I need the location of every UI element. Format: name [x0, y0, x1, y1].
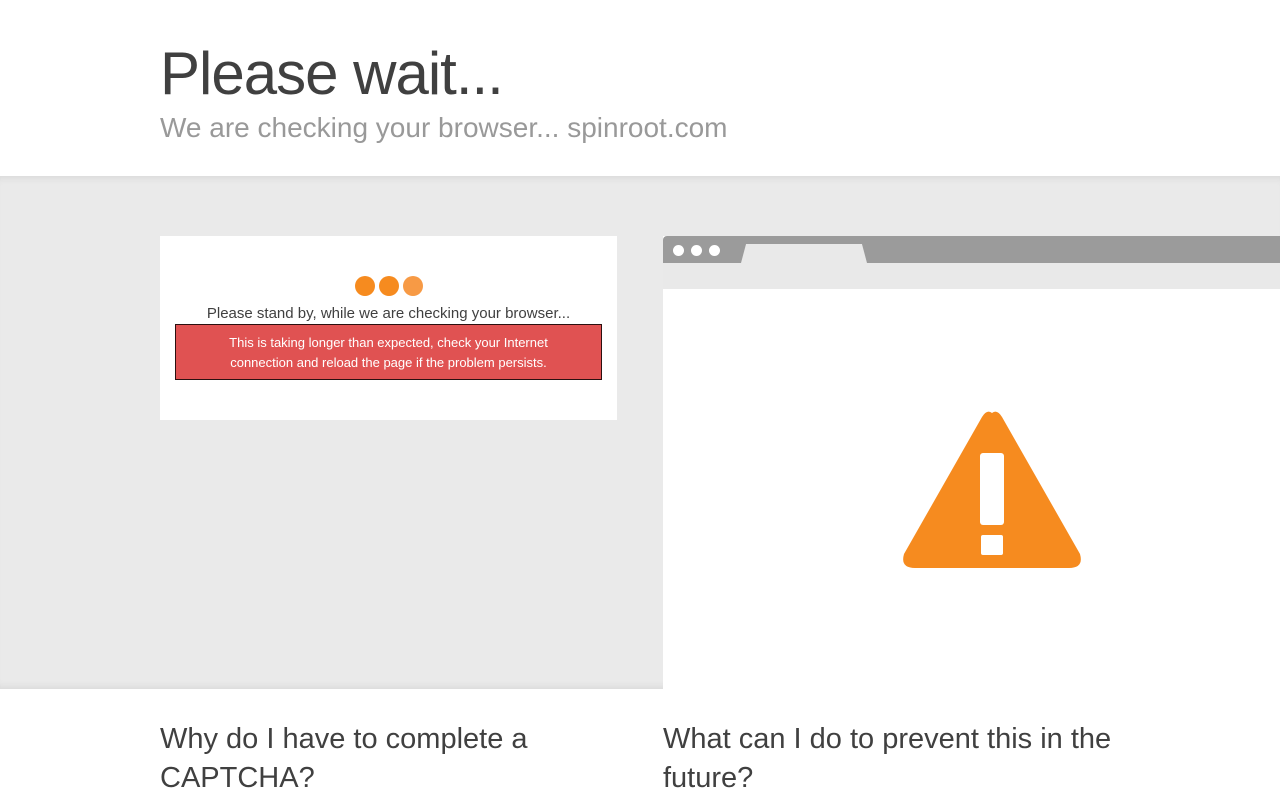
error-line-1: This is taking longer than expected, che… — [229, 335, 548, 350]
status-text: Please stand by, while we are checking y… — [206, 305, 571, 322]
error-message: This is taking longer than expected, che… — [175, 324, 602, 380]
loading-dots-icon — [355, 276, 425, 298]
page-subtitle: We are checking your browser... spinroot… — [160, 112, 728, 143]
window-dot-3 — [709, 245, 720, 256]
page-title: Please wait... — [160, 40, 504, 107]
challenge-card: Please stand by, while we are checking y… — [160, 236, 617, 420]
loading-dot-2 — [379, 276, 399, 296]
warning-triangle-icon — [903, 411, 1081, 568]
browser-illustration — [663, 236, 1280, 689]
browser-title-bar — [663, 236, 1280, 263]
browser-toolbar — [663, 263, 1280, 289]
window-dot-1 — [673, 245, 684, 256]
page-header: Please wait... We are checking your brow… — [0, 0, 1280, 176]
error-line-2: connection and reload the page if the pr… — [230, 355, 547, 370]
faq-prevent-heading: What can I do to prevent this in the fut… — [663, 723, 1112, 794]
loading-dot-3 — [403, 276, 423, 296]
faq-why-captcha-heading: Why do I have to complete a CAPTCHA? — [160, 723, 528, 794]
window-dot-2 — [691, 245, 702, 256]
loading-dot-1 — [355, 276, 375, 296]
browser-tab — [741, 244, 867, 263]
